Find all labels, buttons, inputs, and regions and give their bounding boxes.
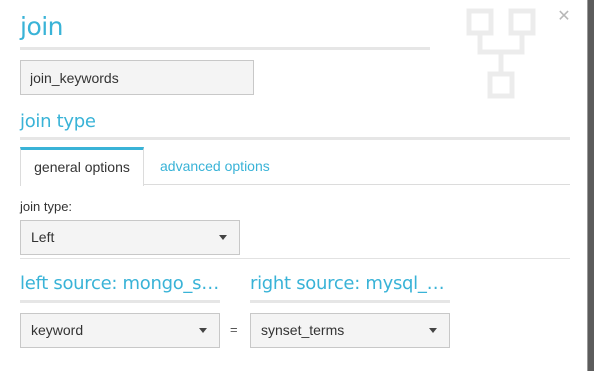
left-source-underline bbox=[20, 300, 220, 303]
chevron-down-icon bbox=[199, 328, 207, 333]
chevron-down-icon bbox=[219, 235, 227, 240]
join-diagram-icon bbox=[466, 8, 536, 99]
close-icon[interactable]: ✕ bbox=[556, 9, 572, 25]
right-source-title: right source: mysql_se... bbox=[250, 273, 450, 294]
join-type-select[interactable]: Left bbox=[20, 220, 240, 255]
title-underline bbox=[20, 47, 430, 50]
join-type-label: join type: bbox=[20, 199, 73, 214]
options-tabs: general options advanced options bbox=[20, 147, 570, 186]
join-name-input[interactable] bbox=[20, 60, 254, 95]
right-key-select[interactable]: synset_terms bbox=[250, 313, 450, 348]
right-source-underline bbox=[250, 300, 450, 303]
section-divider bbox=[20, 258, 570, 259]
tab-general-options[interactable]: general options bbox=[20, 147, 144, 186]
left-key-value: keyword bbox=[31, 322, 84, 338]
right-key-value: synset_terms bbox=[261, 322, 345, 338]
left-source-title: left source: mongo_sel... bbox=[20, 273, 220, 294]
join-type-heading: join type bbox=[20, 111, 96, 132]
join-type-value: Left bbox=[31, 229, 55, 245]
equals-operator: = bbox=[230, 322, 238, 337]
join-dialog: join ✕ join type general options advance… bbox=[0, 0, 588, 371]
left-key-select[interactable]: keyword bbox=[20, 313, 220, 348]
section-underline bbox=[20, 137, 570, 140]
dialog-title: join bbox=[20, 12, 64, 41]
chevron-down-icon bbox=[429, 328, 437, 333]
tab-advanced-options[interactable]: advanced options bbox=[148, 147, 282, 185]
